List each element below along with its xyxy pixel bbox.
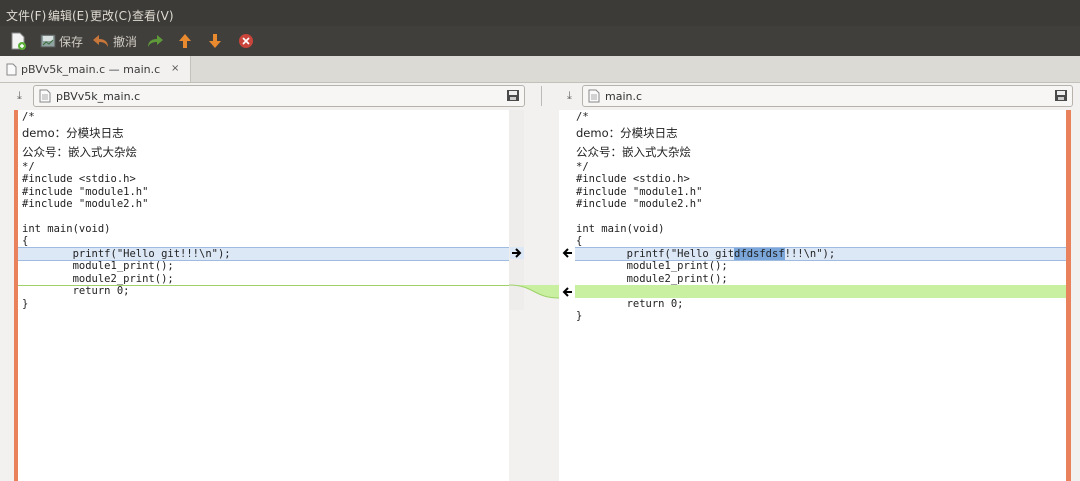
push-left-arrow-icon[interactable] — [561, 248, 573, 258]
code-line: return 0; — [22, 285, 130, 297]
previous-change-icon — [179, 34, 191, 48]
code-line: #include "module1.h" — [22, 186, 149, 198]
code-line: { — [22, 235, 29, 247]
code-line: module1_print(); — [576, 260, 728, 272]
right-editor-pane[interactable]: /* demo：分模块日志 公众号：嵌入式大杂烩 */ #include <st… — [559, 110, 1066, 481]
save-button[interactable]: 保存 — [40, 31, 83, 51]
previous-change-button[interactable] — [178, 31, 192, 51]
code-line: module2_print(); — [22, 273, 174, 285]
code-line: #include <stdio.h> — [576, 173, 690, 185]
tab-comparison[interactable]: pBVv5k_main.c — main.c × — [0, 56, 191, 82]
code-line: } — [22, 298, 29, 310]
scroll-margin — [1071, 110, 1080, 481]
code-line: printf("Hello git!!!\n"); — [22, 248, 231, 260]
code-line: #include "module1.h" — [576, 186, 703, 198]
save-icon — [40, 34, 56, 48]
code-line: demo：分模块日志 — [22, 126, 124, 140]
code-text: !!!\n"); — [784, 248, 836, 260]
stop-icon — [239, 34, 253, 48]
push-right-arrow-icon[interactable] — [511, 248, 523, 258]
undo-button[interactable]: 撤消 — [92, 31, 137, 51]
menu-view[interactable]: 查看(V) — [132, 7, 174, 24]
code-line: int main(void) — [22, 223, 111, 235]
right-download-icon[interactable]: ⤓ — [567, 89, 572, 103]
code-line: return 0; — [576, 298, 684, 310]
code-line: module2_print(); — [576, 273, 728, 285]
code-line: #include <stdio.h> — [22, 173, 136, 185]
left-editor-pane[interactable]: /* demo：分模块日志 公众号：嵌入式大杂烩 */ #include <st… — [18, 110, 509, 481]
redo-button[interactable] — [146, 31, 164, 51]
toolbar: 保存 撤消 — [0, 26, 1080, 56]
file-selector-row: ⤓ pBVv5k_main.c ⤓ main.c — [0, 82, 1080, 110]
left-download-icon[interactable]: ⤓ — [17, 89, 22, 103]
right-file-chooser[interactable]: main.c — [582, 85, 1073, 107]
code-line: /* — [576, 111, 589, 123]
next-change-button[interactable] — [208, 31, 222, 51]
code-line: demo：分模块日志 — [576, 126, 678, 140]
code-line: 公众号：嵌入式大杂烩 — [22, 145, 137, 159]
push-left-arrow-icon[interactable] — [561, 287, 573, 297]
new-comparison-button[interactable] — [10, 31, 26, 51]
menu-edit[interactable]: 编辑(E) — [48, 7, 89, 24]
tab-label: pBVv5k_main.c — main.c — [21, 63, 161, 76]
redo-icon — [148, 35, 163, 47]
undo-label: 撤消 — [113, 34, 138, 49]
code-line: { — [576, 235, 583, 247]
save-label: 保存 — [59, 34, 84, 49]
document-icon — [39, 89, 51, 103]
menu-bar: 文件(F) 编辑(E) 更改(C) 查看(V) — [0, 0, 1080, 26]
code-text: printf("Hello git — [576, 248, 735, 260]
code-line: 公众号：嵌入式大杂烩 — [576, 145, 691, 159]
code-line: */ — [22, 161, 35, 173]
document-icon — [6, 63, 17, 76]
save-icon[interactable] — [506, 89, 520, 102]
code-line: module1_print(); — [22, 260, 174, 272]
code-line: printf("Hello gitdfdsfdsf!!!\n"); — [576, 248, 835, 261]
left-file-name: pBVv5k_main.c — [56, 90, 141, 103]
next-change-icon — [209, 34, 221, 48]
tab-bar: pBVv5k_main.c — main.c × — [0, 56, 1080, 83]
code-line: } — [576, 310, 583, 322]
document-icon — [588, 89, 600, 103]
tab-close-icon[interactable]: × — [171, 63, 179, 74]
diff-connector — [509, 284, 559, 299]
code-line: #include "module2.h" — [576, 198, 703, 210]
new-comparison-icon — [11, 32, 26, 50]
code-line: int main(void) — [576, 223, 665, 235]
code-line: */ — [576, 161, 589, 173]
menu-changes[interactable]: 更改(C) — [90, 7, 132, 24]
undo-icon — [93, 35, 108, 47]
save-icon[interactable] — [1054, 89, 1068, 102]
right-file-name: main.c — [605, 90, 643, 103]
menu-file[interactable]: 文件(F) — [6, 7, 46, 24]
code-line: #include "module2.h" — [22, 198, 149, 210]
changed-text-highlight: dfdsfdsf — [734, 248, 785, 260]
diff-link-lane — [509, 110, 572, 481]
left-file-chooser[interactable]: pBVv5k_main.c — [33, 85, 525, 107]
stop-button[interactable] — [238, 31, 254, 51]
code-line: /* — [22, 111, 35, 123]
pane-separator — [541, 86, 542, 106]
